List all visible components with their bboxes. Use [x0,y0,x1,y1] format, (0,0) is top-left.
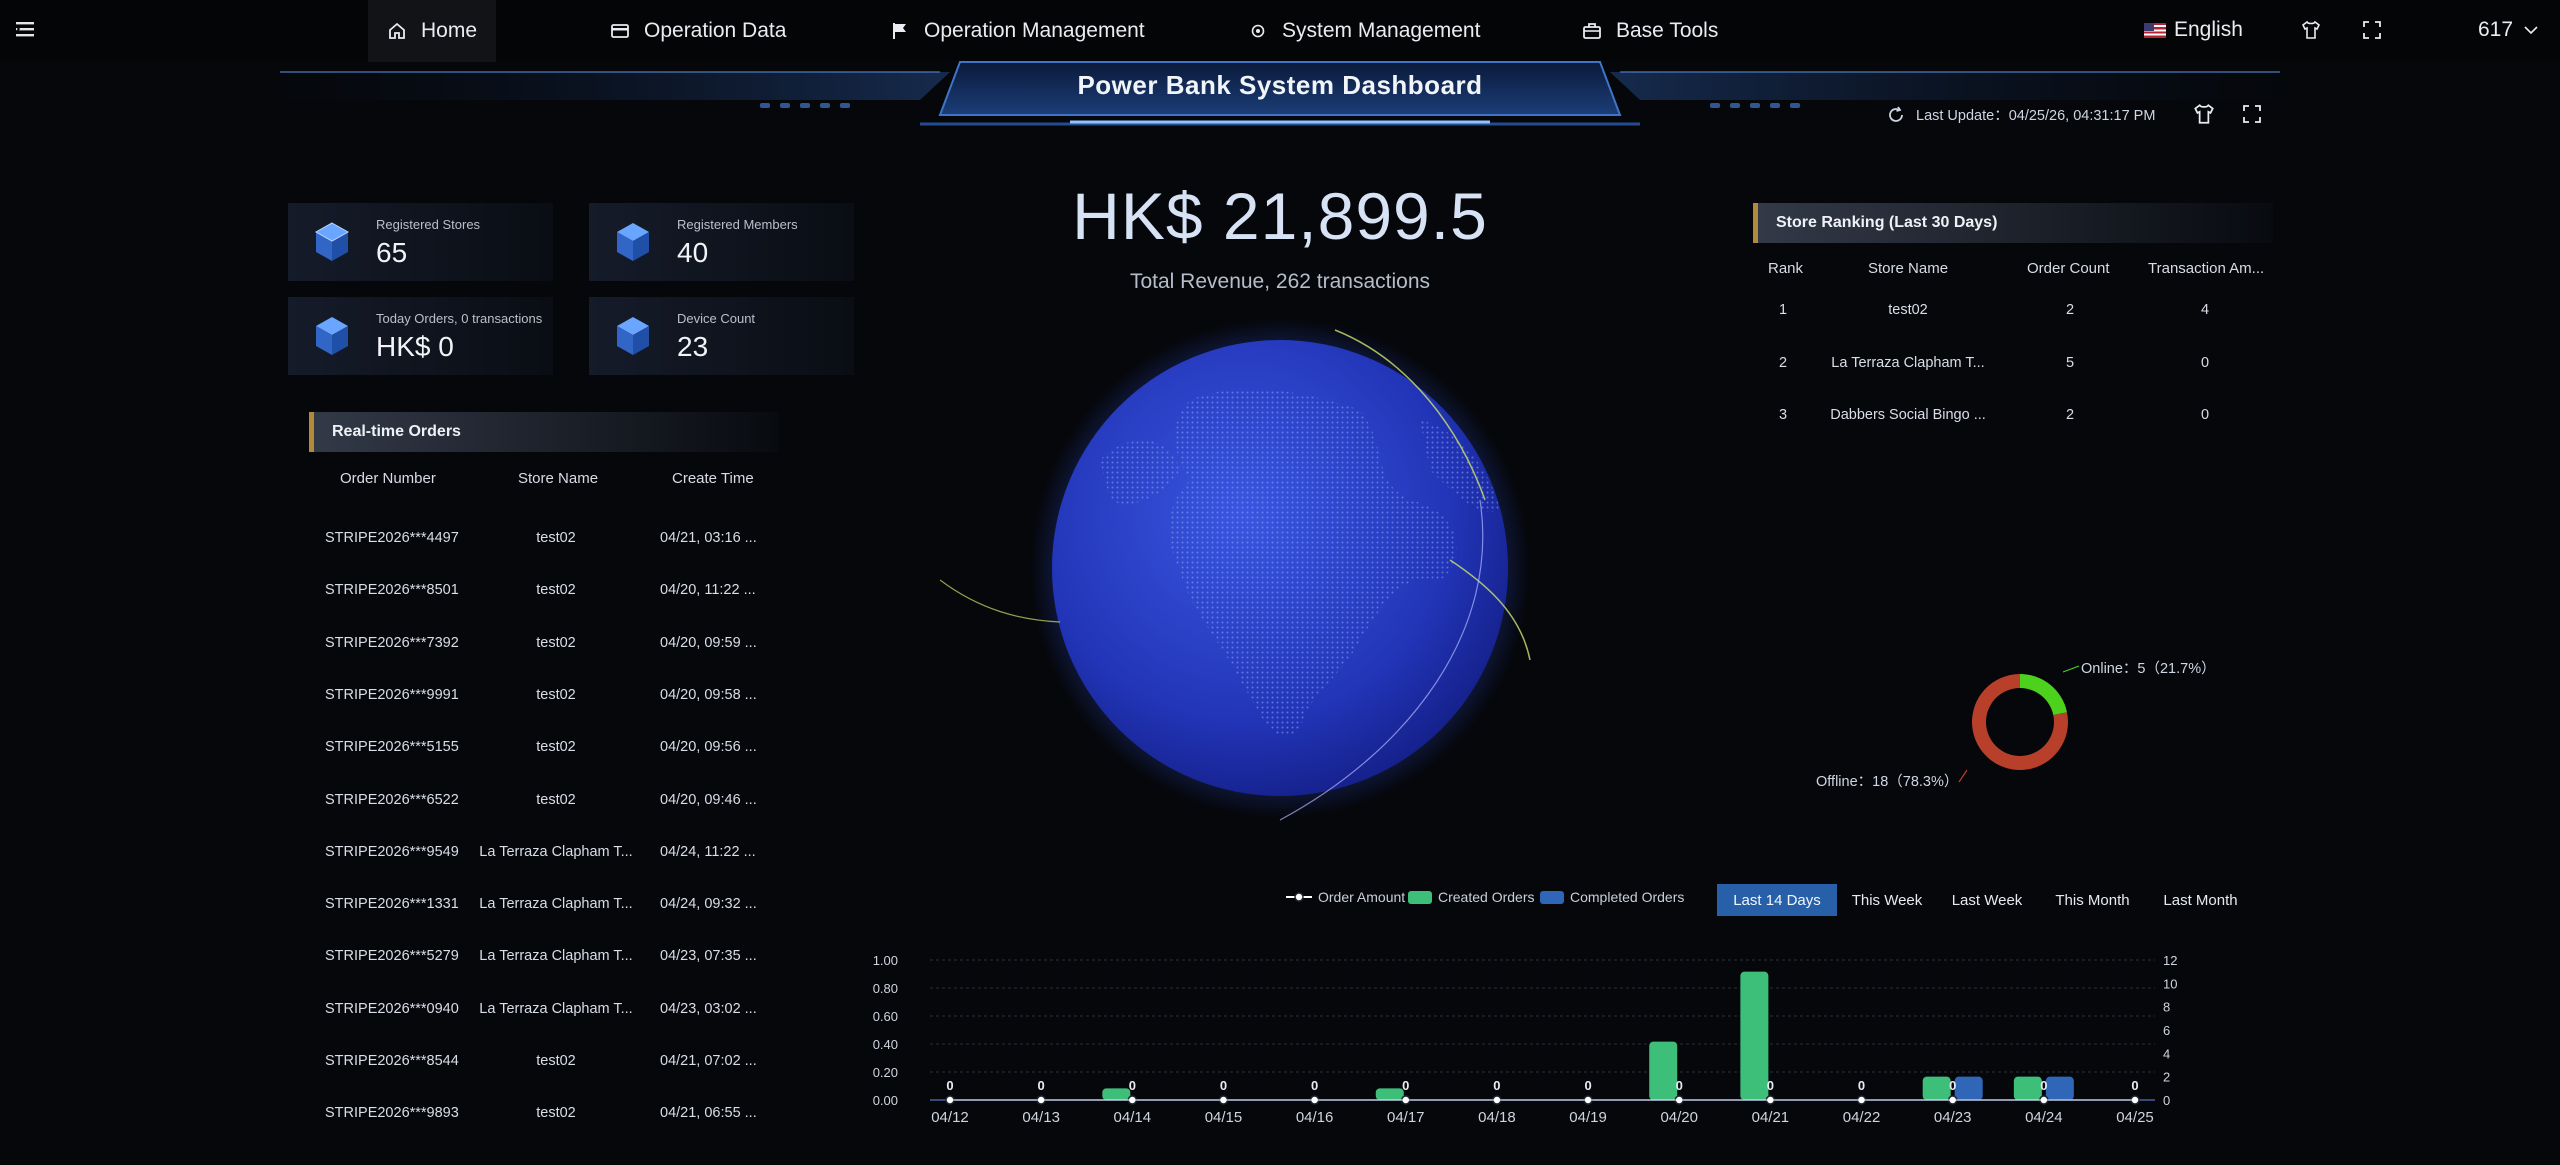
order-amount-data-label: 0 [1584,1078,1591,1093]
order-amount-data-label: 0 [2131,1078,2138,1093]
bar-created-orders [2013,1076,2042,1100]
x-tick-label: 04/20 [1660,1109,1698,1126]
bar-completed-orders [2045,1076,2074,1100]
order-amount-data-label: 0 [1220,1078,1227,1093]
y-right-tick-label: 2 [2163,1070,2170,1085]
y-left-tick-label: 0.80 [873,981,898,996]
bar-created-orders [1740,971,1769,1100]
bar-created-orders [1375,1088,1404,1100]
x-tick-label: 04/14 [1114,1109,1152,1126]
order-amount-data-label: 0 [1402,1078,1409,1093]
order-amount-data-label: 0 [946,1078,953,1093]
x-tick-label: 04/16 [1296,1109,1334,1126]
y-right-tick-label: 4 [2163,1046,2170,1061]
order-amount-data-label: 0 [1493,1078,1500,1093]
order-amount-data-label: 0 [1949,1078,1956,1093]
order-amount-data-label: 0 [2040,1078,2047,1093]
bar-created-orders [1102,1088,1131,1100]
order-amount-data-label: 0 [1676,1078,1683,1093]
x-tick-label: 04/12 [931,1109,969,1126]
bar-created-orders [1922,1076,1951,1100]
x-tick-label: 04/24 [2025,1109,2063,1126]
y-left-tick-label: 0.00 [873,1093,898,1108]
orders-chart: 1.00 0.80 0.60 0.40 0.20 0.00 12 10 8 6 4 2 0 0 04/12 0… [873,953,2178,1126]
x-tick-label: 04/19 [1569,1109,1607,1126]
x-tick-label: 04/21 [1752,1109,1790,1126]
order-amount-data-label: 0 [1311,1078,1318,1093]
bar-created-orders [1649,1041,1678,1100]
x-tick-label: 04/13 [1022,1109,1060,1126]
y-left-tick-label: 1.00 [873,953,898,968]
x-tick-label: 04/22 [1843,1109,1881,1126]
y-right-tick-label: 8 [2163,1000,2170,1015]
x-tick-label: 04/17 [1387,1109,1425,1126]
y-right-tick-label: 12 [2163,953,2177,968]
y-left-tick-label: 0.20 [873,1065,898,1080]
order-amount-data-label: 0 [1129,1078,1136,1093]
x-tick-label: 04/18 [1478,1109,1516,1126]
order-amount-data-label: 0 [1038,1078,1045,1093]
y-left-tick-label: 0.40 [873,1037,898,1052]
x-tick-label: 04/15 [1205,1109,1243,1126]
y-right-tick-label: 0 [2163,1093,2170,1108]
order-amount-data-label: 0 [1767,1078,1774,1093]
y-left-tick-label: 0.60 [873,1009,898,1024]
y-right-tick-label: 6 [2163,1023,2170,1038]
x-tick-label: 04/23 [1934,1109,1972,1126]
y-right-tick-label: 10 [2163,976,2177,991]
bar-completed-orders [1954,1076,1983,1100]
x-tick-label: 04/25 [2116,1109,2154,1126]
order-amount-data-label: 0 [1858,1078,1865,1093]
